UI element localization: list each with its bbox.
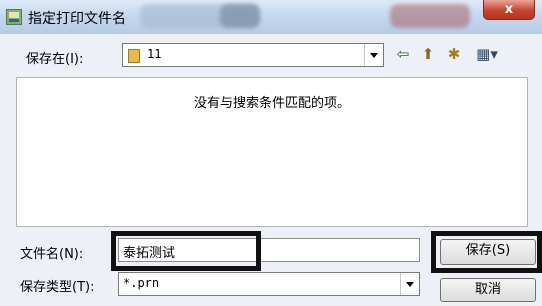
file-type-value: *.prn <box>123 276 160 290</box>
new-folder-icon[interactable]: ✱ <box>444 44 464 64</box>
file-list[interactable]: 没有与搜索条件匹配的项。 <box>16 77 528 227</box>
back-icon[interactable]: ⇦ <box>393 44 413 64</box>
cancel-button[interactable]: 取消 <box>440 278 536 302</box>
folder-icon <box>128 49 140 63</box>
print-to-file-dialog: 指定打印文件名 x 保存在(I): 11 ⇦ ⬆ ✱ ▦▾ 没有与搜索条件匹配的… <box>0 0 542 306</box>
file-type-label: 保存类型(T): <box>20 280 95 295</box>
save-in-dropdown[interactable]: 11 <box>122 43 384 67</box>
window-title: 指定打印文件名 <box>28 11 126 27</box>
chevron-down-icon[interactable] <box>400 273 419 295</box>
file-name-label: 文件名(N): <box>20 247 84 262</box>
highlight-box <box>431 231 542 273</box>
up-folder-icon[interactable]: ⬆ <box>418 44 438 64</box>
title-bar-blur <box>220 4 260 28</box>
close-button[interactable]: x <box>483 0 535 20</box>
highlight-box <box>111 231 261 271</box>
save-in-label: 保存在(I): <box>26 52 84 67</box>
save-in-value: 11 <box>147 47 162 61</box>
chevron-down-icon[interactable] <box>364 44 383 66</box>
title-bar[interactable]: 指定打印文件名 x <box>0 0 542 34</box>
file-type-dropdown[interactable]: *.prn <box>118 272 420 296</box>
empty-message: 没有与搜索条件匹配的项。 <box>193 96 350 111</box>
view-menu-icon[interactable]: ▦▾ <box>470 44 504 64</box>
app-icon <box>6 9 22 25</box>
title-bar-blur <box>390 4 470 28</box>
